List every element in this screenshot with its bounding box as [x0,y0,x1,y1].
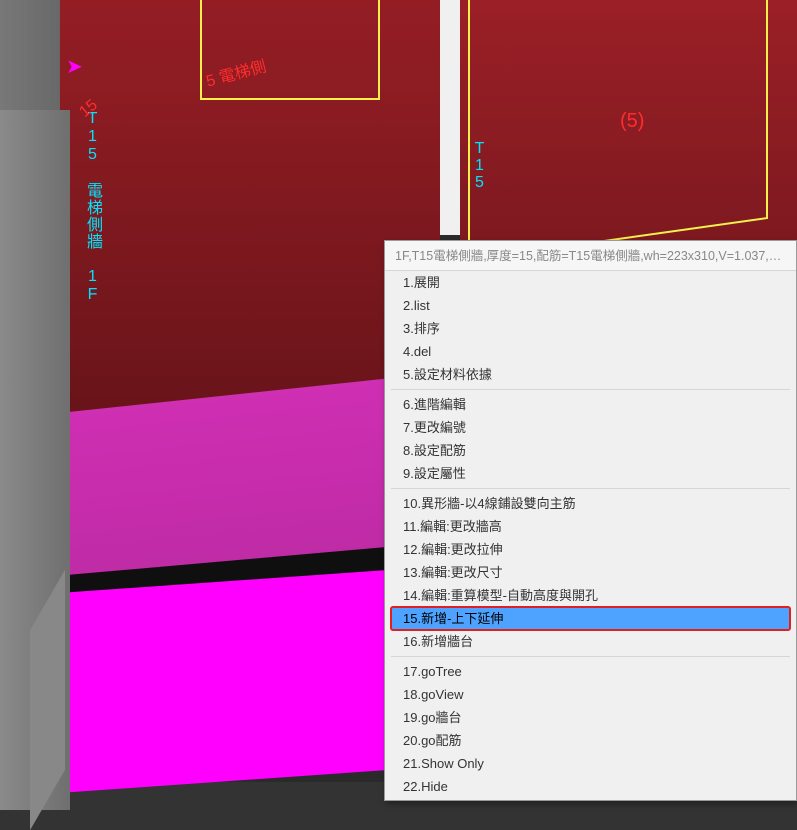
menu-item-adv-edit[interactable]: 6.進階編輯 [385,393,796,416]
slab-block [30,567,430,795]
menu-separator [391,656,790,657]
selection-outline [468,0,768,261]
menu-item-showonly[interactable]: 21.Show Only [385,752,796,775]
menu-item-irregular-wall[interactable]: 10.異形牆-以4線鋪設雙向主筋 [385,492,796,515]
annotation-text: T15 電梯側牆 1F [80,110,104,304]
menu-item-material[interactable]: 5.設定材料依據 [385,363,796,386]
context-menu: 1F,T15電梯側牆,厚度=15,配筋=T15電梯側牆,wh=223x310,V… [384,240,797,801]
context-menu-title: 1F,T15電梯側牆,厚度=15,配筋=T15電梯側牆,wh=223x310,V… [385,241,796,271]
menu-item-gorebar[interactable]: 20.go配筋 [385,729,796,752]
menu-item-goview[interactable]: 18.goView [385,683,796,706]
viewport-3d[interactable]: T15 電梯側牆 1F T15 5 電梯側 15 (5) ➤ 1F,T15電梯側… [0,0,797,782]
menu-item-goparapet[interactable]: 19.go牆台 [385,706,796,729]
menu-item-expand[interactable]: 1.展開 [385,271,796,294]
axis-arrow-icon: ➤ [66,54,83,79]
menu-item-edit-extrude[interactable]: 12.編輯:更改拉伸 [385,538,796,561]
menu-item-set-prop[interactable]: 9.設定屬性 [385,462,796,485]
menu-item-hide[interactable]: 22.Hide [385,775,796,798]
menu-separator [391,389,790,390]
menu-item-sort[interactable]: 3.排序 [385,317,796,340]
annotation-text: T15 [470,140,488,191]
menu-item-change-id[interactable]: 7.更改編號 [385,416,796,439]
menu-item-del[interactable]: 4.del [385,340,796,363]
menu-item-add-parapet[interactable]: 16.新增牆台 [385,630,796,653]
menu-separator [391,488,790,489]
menu-item-add-extend[interactable]: 15.新增-上下延伸 [391,607,790,630]
menu-item-edit-height[interactable]: 11.編輯:更改牆高 [385,515,796,538]
annotation-text: (5) [620,110,644,133]
menu-item-recalc-model[interactable]: 14.編輯:重算模型-自動高度與開孔 [385,584,796,607]
menu-item-set-rebar[interactable]: 8.設定配筋 [385,439,796,462]
menu-item-list[interactable]: 2.list [385,294,796,317]
menu-item-gotree[interactable]: 17.goTree [385,660,796,683]
menu-item-edit-size[interactable]: 13.編輯:更改尺寸 [385,561,796,584]
